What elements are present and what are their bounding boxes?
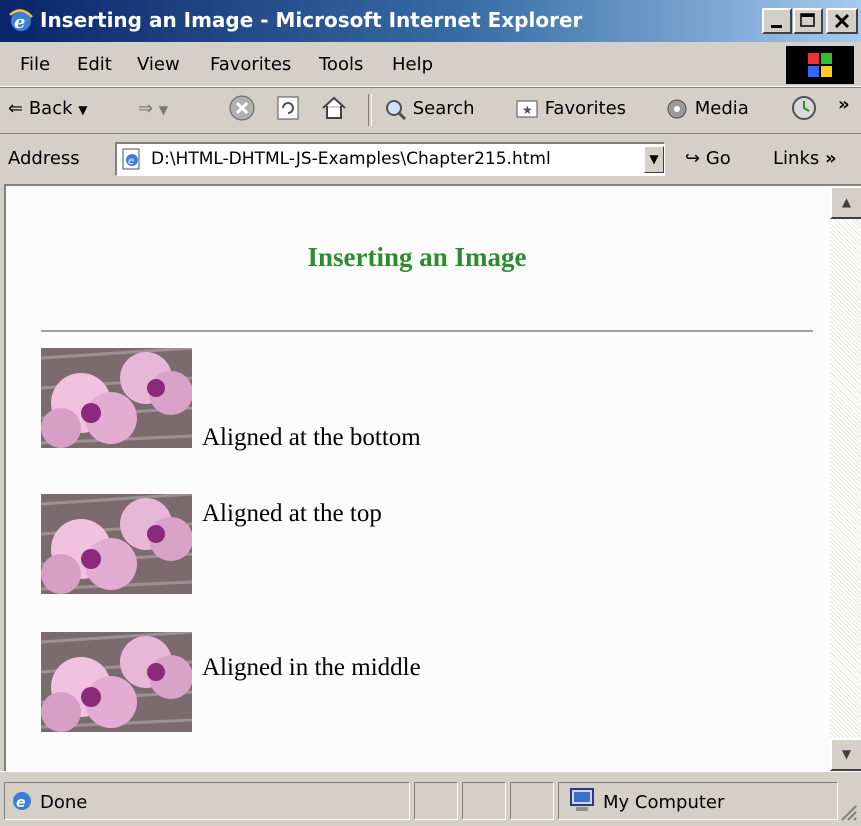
title-bar: e Inserting an Image - Microsoft Interne… xyxy=(0,0,861,42)
resize-grip-icon[interactable] xyxy=(838,802,858,822)
media-label: Media xyxy=(694,98,749,119)
address-label: Address xyxy=(8,148,80,169)
svg-text:e: e xyxy=(128,156,134,167)
home-button[interactable] xyxy=(320,94,348,127)
chevron-down-icon: ▼ xyxy=(158,103,169,117)
scroll-up-button[interactable]: ▲ xyxy=(830,186,861,219)
search-button[interactable]: Search xyxy=(383,98,475,121)
vertical-scrollbar[interactable]: ▲ ▼ xyxy=(830,186,861,771)
forward-button[interactable]: ⇒ ▼ xyxy=(138,98,168,119)
horizontal-rule xyxy=(41,330,813,333)
minimize-icon xyxy=(771,25,782,28)
refresh-icon xyxy=(277,96,299,120)
menu-file[interactable]: File xyxy=(20,54,50,75)
arrow-down-icon: ▼ xyxy=(841,747,852,761)
scroll-down-button[interactable]: ▼ xyxy=(830,738,861,771)
history-icon xyxy=(792,96,816,120)
toolbar-overflow-button[interactable]: » xyxy=(838,94,850,115)
browser-content-frame: Inserting an Image Aligned at the bottom xyxy=(4,184,861,771)
media-icon xyxy=(667,99,687,119)
go-arrow-icon: ↪ xyxy=(685,148,701,169)
back-button[interactable]: ⇐ Back ▼ xyxy=(8,98,88,119)
back-label: Back xyxy=(28,98,73,119)
toolbar-separator xyxy=(368,94,372,126)
caption-top: Aligned at the top xyxy=(202,500,382,527)
close-icon xyxy=(834,13,850,29)
back-arrow-icon: ⇐ xyxy=(8,98,24,119)
menu-view[interactable]: View xyxy=(137,54,180,75)
refresh-button[interactable] xyxy=(274,94,302,127)
stop-button[interactable] xyxy=(228,94,256,127)
favorites-button[interactable]: ★ Favorites xyxy=(515,98,626,120)
chevron-down-icon: ▼ xyxy=(649,152,659,166)
svg-text:★: ★ xyxy=(522,103,533,117)
svg-text:e: e xyxy=(16,795,26,811)
page-heading: Inserting an Image xyxy=(307,242,527,272)
status-bar: e Done My Computer xyxy=(0,771,861,826)
status-pane xyxy=(510,782,554,820)
media-button[interactable]: Media xyxy=(665,98,749,120)
page-viewport: Inserting an Image Aligned at the bottom xyxy=(6,186,828,769)
svg-text:e: e xyxy=(14,12,25,33)
links-button[interactable]: Links » xyxy=(773,148,837,169)
my-computer-icon xyxy=(570,788,594,811)
caption-bottom: Aligned at the bottom xyxy=(202,424,421,451)
standard-toolbar: ⇐ Back ▼ ⇒ ▼ Search ★ Favorites Media » xyxy=(0,87,861,134)
favorites-icon: ★ xyxy=(516,100,538,118)
flower-image xyxy=(41,494,192,594)
ie-page-icon: e xyxy=(13,792,31,811)
home-icon xyxy=(322,96,346,119)
status-pane xyxy=(414,782,458,820)
status-text: Done xyxy=(40,792,88,813)
maximize-button[interactable] xyxy=(793,8,823,34)
caption-middle: Aligned in the middle xyxy=(202,654,421,681)
menu-favorites[interactable]: Favorites xyxy=(210,54,291,75)
page-icon: e xyxy=(122,148,140,170)
links-overflow: » xyxy=(824,148,837,169)
address-value: D:\HTML-DHTML-JS-Examples\Chapter215.htm… xyxy=(151,149,551,169)
close-button[interactable] xyxy=(826,8,858,34)
search-icon xyxy=(386,100,407,121)
menu-edit[interactable]: Edit xyxy=(77,54,112,75)
zone-text: My Computer xyxy=(603,792,725,813)
ie-logo-icon: e xyxy=(9,9,33,33)
window-title: Inserting an Image - Microsoft Internet … xyxy=(40,8,583,32)
menu-tools[interactable]: Tools xyxy=(319,54,363,75)
chevron-down-icon: ▼ xyxy=(78,103,88,117)
windows-logo-icon xyxy=(786,46,854,84)
maximize-icon xyxy=(800,13,815,27)
flower-image xyxy=(41,632,192,732)
stop-icon xyxy=(229,95,255,121)
links-label: Links xyxy=(773,148,820,169)
menu-help[interactable]: Help xyxy=(392,54,433,75)
address-bar: Address e D:\HTML-DHTML-JS-Examples\Chap… xyxy=(0,133,861,184)
status-pane xyxy=(462,782,506,820)
minimize-button[interactable] xyxy=(762,8,792,34)
go-label: Go xyxy=(705,148,731,169)
address-dropdown-button[interactable]: ▼ xyxy=(644,146,664,173)
flower-image xyxy=(41,348,192,448)
arrow-up-icon: ▲ xyxy=(841,195,852,209)
menu-bar: File Edit View Favorites Tools Help xyxy=(0,42,861,87)
search-label: Search xyxy=(412,98,475,119)
address-input[interactable]: e D:\HTML-DHTML-JS-Examples\Chapter215.h… xyxy=(115,142,665,176)
favorites-label: Favorites xyxy=(544,98,627,119)
history-button[interactable] xyxy=(790,94,818,127)
go-button[interactable]: ↪ Go xyxy=(685,148,731,169)
forward-arrow-icon: ⇒ xyxy=(138,98,154,119)
